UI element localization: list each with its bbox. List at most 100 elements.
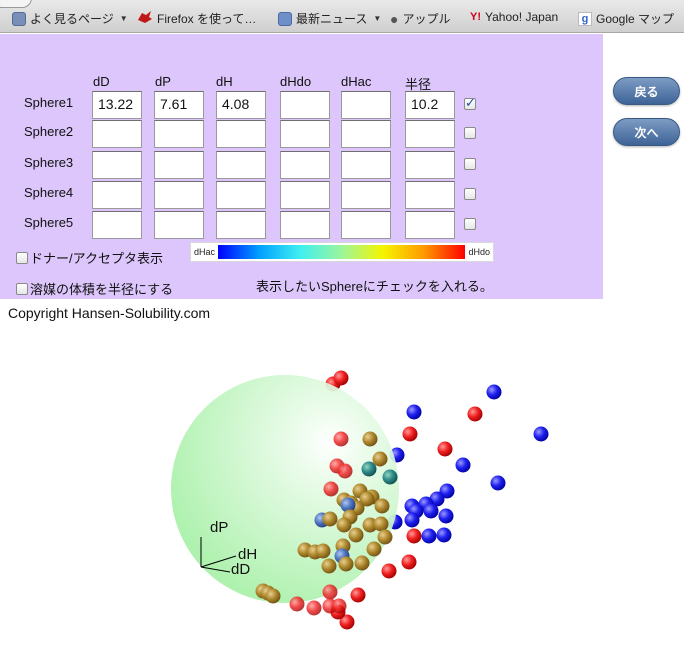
- chevron-down-icon: ▼: [373, 14, 382, 23]
- sphere4-半径-field[interactable]: [405, 181, 455, 209]
- inner-solvent-ball: [265, 588, 281, 604]
- next-button[interactable]: 次へ: [613, 118, 680, 146]
- bookmark-latest-news[interactable]: 最新ニュース ▼: [278, 10, 381, 27]
- donor-acceptor-checkbox[interactable]: [16, 251, 28, 264]
- outer-solvent-ball: [421, 528, 437, 544]
- sphere1-dP-field[interactable]: 7.61: [154, 91, 204, 119]
- inner-solvent-ball: [374, 498, 390, 514]
- sphere1-dHdo-field[interactable]: [280, 91, 330, 119]
- solvent-volume-option[interactable]: 溶媒の体積を半径にする: [16, 279, 173, 298]
- bookmarks-bar: よく見るページ ▼ Firefox を使って… 最新ニュース ▼ ● アップル …: [0, 0, 684, 33]
- sphere2-visible-checkbox[interactable]: [464, 127, 476, 139]
- inner-solvent-ball: [362, 431, 378, 447]
- column-header-dHdo: dHdo: [280, 74, 312, 89]
- outer-solvent-ball: [486, 384, 502, 400]
- color-scale-legend: dHac dHdo: [190, 242, 494, 262]
- sphere-control-panel: dD dP dH dHdo dHac 半径 Sphere1 13.22 7.61 4.…: [0, 34, 603, 299]
- solvent-volume-checkbox[interactable]: [16, 282, 28, 295]
- column-header-dH: dH: [216, 74, 233, 89]
- row-label-sphere4: Sphere4: [24, 185, 74, 200]
- outer-solvent-ball: [438, 508, 454, 524]
- sphere2-dP-field[interactable]: [154, 120, 204, 148]
- sphere-3d-view[interactable]: dP dH dD: [0, 325, 684, 647]
- folder-icon: [12, 11, 26, 26]
- outer-solvent-ball: [467, 406, 483, 422]
- sphere3-半径-field[interactable]: [405, 151, 455, 179]
- outer-solvent-ball: [455, 457, 471, 473]
- sphere2-dD-field[interactable]: [92, 120, 142, 148]
- sphere5-dP-field[interactable]: [154, 211, 204, 239]
- outer-solvent-ball: [436, 527, 452, 543]
- sphere1-dHac-field[interactable]: [341, 91, 391, 119]
- outer-solvent-ball: [350, 587, 366, 603]
- axis-label-dP: dP: [210, 519, 228, 536]
- sphere2-dHdo-field[interactable]: [280, 120, 330, 148]
- bookmark-firefox[interactable]: Firefox を使って…: [137, 10, 256, 27]
- outer-solvent-ball: [423, 503, 439, 519]
- sphere4-dHac-field[interactable]: [341, 181, 391, 209]
- outer-solvent-ball: [437, 441, 453, 457]
- sphere3-visible-checkbox[interactable]: [464, 158, 476, 170]
- inner-solvent-ball: [338, 556, 354, 572]
- bookmark-label: Google マップ: [596, 12, 675, 26]
- donor-acceptor-label: ドナー/アクセプタ表示: [30, 251, 163, 266]
- bookmark-label: Firefox を使って…: [157, 12, 257, 26]
- google-icon: g: [578, 11, 592, 26]
- sphere1-半径-field[interactable]: 10.2: [405, 91, 455, 119]
- sphere3-dHdo-field[interactable]: [280, 151, 330, 179]
- sphere3-dH-field[interactable]: [216, 151, 266, 179]
- column-header-dHac: dHac: [341, 74, 372, 89]
- inner-solvent-ball: [323, 481, 339, 497]
- inner-solvent-ball: [315, 543, 331, 559]
- inner-solvent-ball: [337, 463, 353, 479]
- inner-solvent-ball: [336, 517, 352, 533]
- bookmark-most-visited[interactable]: よく見るページ ▼: [12, 10, 128, 27]
- sphere5-dHdo-field[interactable]: [280, 211, 330, 239]
- chevron-down-icon: ▼: [119, 14, 128, 23]
- copyright-text: Copyright Hansen-Solubility.com: [8, 305, 211, 321]
- sphere1-visible-checkbox[interactable]: [464, 95, 476, 111]
- sphere4-dD-field[interactable]: [92, 181, 142, 209]
- sphere4-visible-checkbox[interactable]: [464, 188, 476, 200]
- sphere5-dH-field[interactable]: [216, 211, 266, 239]
- sphere4-dH-field[interactable]: [216, 181, 266, 209]
- sphere4-dP-field[interactable]: [154, 181, 204, 209]
- toolbar-button-edge[interactable]: [0, 0, 32, 8]
- bookmark-label: Yahoo! Japan: [485, 10, 559, 24]
- sphere5-visible-checkbox[interactable]: [464, 218, 476, 230]
- sphere1-dH-field[interactable]: 4.08: [216, 91, 266, 119]
- inner-solvent-ball: [322, 584, 338, 600]
- sphere2-dHac-field[interactable]: [341, 120, 391, 148]
- inner-solvent-ball: [372, 451, 388, 467]
- row-label-sphere5: Sphere5: [24, 215, 74, 230]
- sphere5-半径-field[interactable]: [405, 211, 455, 239]
- inner-solvent-ball: [373, 516, 389, 532]
- instruction-text: 表示したいSphereにチェックを入れる。: [256, 279, 493, 294]
- sphere3-dP-field[interactable]: [154, 151, 204, 179]
- bookmark-yahoo[interactable]: Y! Yahoo! Japan: [470, 10, 558, 24]
- row-label-sphere1: Sphere1: [24, 95, 74, 110]
- inner-solvent-ball: [382, 469, 398, 485]
- outer-solvent-ball: [406, 404, 422, 420]
- sphere4-dHdo-field[interactable]: [280, 181, 330, 209]
- outer-solvent-ball: [402, 426, 418, 442]
- sphere2-dH-field[interactable]: [216, 120, 266, 148]
- row-label-sphere2: Sphere2: [24, 124, 74, 139]
- bookmark-apple[interactable]: ● アップル: [390, 10, 450, 27]
- sphere5-dD-field[interactable]: [92, 211, 142, 239]
- solvent-volume-label: 溶媒の体積を半径にする: [30, 282, 174, 297]
- column-header-dD: dD: [93, 74, 110, 89]
- sphere2-半径-field[interactable]: [405, 120, 455, 148]
- back-button[interactable]: 戻る: [613, 77, 680, 105]
- rss-icon: [278, 11, 292, 26]
- outer-solvent-ball: [381, 563, 397, 579]
- inner-solvent-ball: [377, 529, 393, 545]
- donor-acceptor-option[interactable]: ドナー/アクセプタ表示: [16, 248, 163, 267]
- sphere3-dD-field[interactable]: [92, 151, 142, 179]
- apple-icon: ●: [390, 10, 399, 27]
- sphere1-dD-field[interactable]: 13.22: [92, 91, 142, 119]
- bookmark-google-maps[interactable]: g Google マップ: [578, 10, 674, 27]
- outer-solvent-ball: [406, 528, 422, 544]
- sphere3-dHac-field[interactable]: [341, 151, 391, 179]
- sphere5-dHac-field[interactable]: [341, 211, 391, 239]
